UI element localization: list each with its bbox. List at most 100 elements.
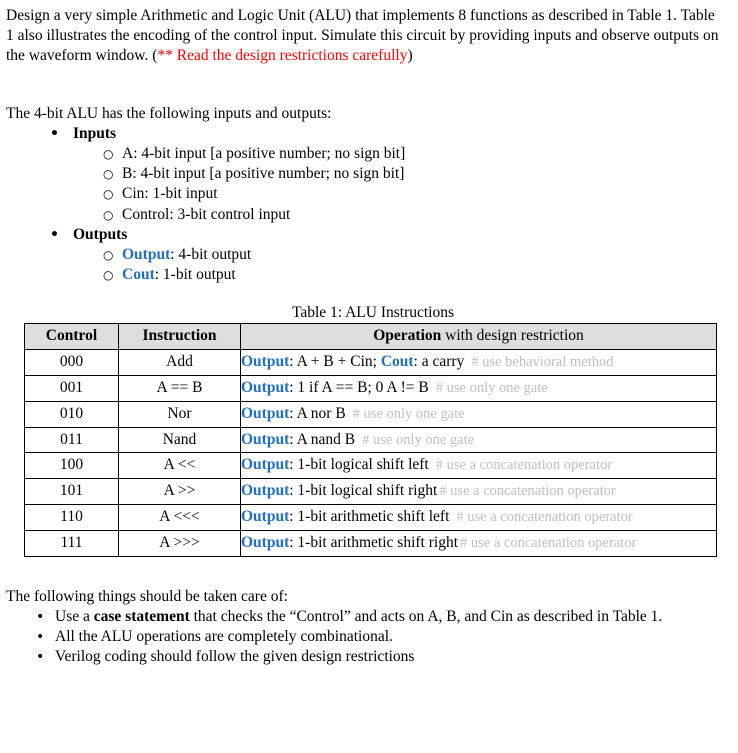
spacer-before-table <box>6 285 730 303</box>
op-text: : 1-bit arithmetic shift left <box>289 508 450 526</box>
io-item-a: ○ A: 4-bit input [a positive number; no … <box>73 144 730 164</box>
cell-instruction: A == B <box>118 375 241 402</box>
bullet-filled-icon: • <box>36 608 45 625</box>
intro-red-note: ** Read the design restrictions carefull… <box>157 47 408 65</box>
cell-operation: Output: 1-bit arithmetic shift left # use… <box>240 504 717 531</box>
cell-control: 001 <box>24 375 119 402</box>
table-header-row: Control Instruction Operation with desig… <box>24 323 717 351</box>
bullet-hollow-icon: ○ <box>103 207 114 222</box>
bullet-hollow-icon: ○ <box>103 268 114 283</box>
io-item-output: ○ Output: 4-bit output <box>73 245 730 265</box>
table-row: 000 Add Output: A + B + Cin; Cout: a car… <box>24 349 717 377</box>
cell-control: 111 <box>24 529 119 557</box>
io-item-cout: ○ Cout: 1-bit output <box>73 265 730 285</box>
op-label-output: Output <box>241 379 290 397</box>
io-item-text: A: 4-bit input [a positive number; no si… <box>122 145 406 163</box>
io-item-text: B: 4-bit input [a positive number; no si… <box>122 165 405 183</box>
op-text: : A nand B <box>289 430 356 448</box>
io-item-name-cout: Cout <box>122 266 155 284</box>
cell-control: 101 <box>24 478 119 506</box>
op-text: : 1-bit logical shift right <box>289 482 438 500</box>
cell-instruction: A << <box>118 452 241 480</box>
table-head: Control Instruction Operation with desig… <box>24 323 717 351</box>
closing-item-verilog: • Verilog coding should follow the given… <box>6 647 730 667</box>
io-item-text: Control: 3-bit control input <box>122 205 291 223</box>
op-text-2: : a carry <box>413 353 465 371</box>
alu-instructions-table: Control Instruction Operation with desig… <box>24 323 717 557</box>
op-comment: # use only one gate <box>362 431 475 448</box>
table-row: 001 A == B Output: 1 if A == B; 0 A != B… <box>24 375 717 402</box>
table-row: 010 Nor Output: A nor B # use only one ga… <box>24 400 717 428</box>
io-group-label-inputs: Inputs <box>73 124 117 142</box>
intro-paragraph: Design a very simple Arithmetic and Logi… <box>6 6 730 67</box>
op-label-output: Output <box>241 404 290 422</box>
cell-instruction: Nor <box>118 400 241 428</box>
cell-operation: Output: A + B + Cin; Cout: a carry # use … <box>240 349 717 377</box>
bullet-hollow-icon: ○ <box>103 167 114 182</box>
cell-control: 100 <box>24 452 119 480</box>
op-label-output: Output <box>241 508 290 526</box>
cell-instruction: A >>> <box>118 529 241 557</box>
col-header-operation: Operation with design restriction <box>240 323 717 351</box>
closing-list: • Use a case statement that checks the “… <box>6 607 730 668</box>
col-header-instruction: Instruction <box>118 323 241 351</box>
cell-operation: Output: A nor B # use only one gate <box>240 400 717 428</box>
bullet-hollow-icon: ○ <box>103 147 114 162</box>
document-page: Design a very simple Arithmetic and Logi… <box>0 0 738 667</box>
op-text: : 1-bit arithmetic shift right <box>289 533 458 551</box>
spacer-after-intro <box>6 67 730 104</box>
closing-item-pre: Use a <box>55 607 94 625</box>
spacer-after-table <box>6 557 730 587</box>
io-item-text: Cin: 1-bit input <box>122 185 218 203</box>
op-comment: # use a concatenation operator <box>460 534 637 551</box>
op-label-cout: Cout <box>380 353 414 371</box>
op-label-output: Output <box>241 533 290 551</box>
io-items-inputs: ○ A: 4-bit input [a positive number; no … <box>73 144 730 225</box>
closing-item-bold: case statement <box>93 607 190 625</box>
op-text: : 1-bit logical shift left <box>289 456 429 474</box>
table-row: 110 A <<< Output: 1-bit arithmetic shift… <box>24 504 717 531</box>
cell-operation: Output: 1-bit logical shift right # use a… <box>240 478 717 506</box>
io-item-b: ○ B: 4-bit input [a positive number; no … <box>73 164 730 184</box>
bullet-filled-icon: • <box>50 226 59 243</box>
table-row: 100 A << Output: 1-bit logical shift lef… <box>24 452 717 480</box>
op-text: : A + B + Cin; <box>289 353 381 371</box>
closing-item-pre: Verilog coding should follow the given d… <box>55 648 415 666</box>
io-group-inputs: • Inputs ○ A: 4-bit input [a positive nu… <box>6 124 730 225</box>
io-item-control: ○ Control: 3-bit control input <box>73 205 730 225</box>
closing-item-post: that checks the “Control” and acts on A,… <box>189 607 663 625</box>
cell-operation: Output: 1 if A == B; 0 A != B # use only … <box>240 375 717 402</box>
io-item-cin: ○ Cin: 1-bit input <box>73 184 730 204</box>
op-label-output: Output <box>241 456 290 474</box>
col-header-operation-rest: with design restriction <box>441 327 584 345</box>
op-text: : 1 if A == B; 0 A != B <box>289 379 429 397</box>
table-caption: Table 1: ALU Instructions <box>291 304 455 322</box>
bullet-filled-icon: • <box>36 649 45 666</box>
cell-operation: Output: 1-bit arithmetic shift right # us… <box>240 529 717 557</box>
cell-instruction: A >> <box>118 478 241 506</box>
op-comment: # use only one gate <box>435 380 548 397</box>
closing-item-combinational: • All the ALU operations are completely … <box>6 627 730 647</box>
op-label-output: Output <box>241 430 290 448</box>
closing-item-pre: All the ALU operations are completely co… <box>55 628 393 646</box>
op-comment: # use a concatenation operator <box>456 509 633 526</box>
bullet-filled-icon: • <box>50 125 59 142</box>
table-row: 011 Nand Output: A nand B # use only one … <box>24 426 717 454</box>
bullet-hollow-icon: ○ <box>103 187 114 202</box>
intro-text-close: ) <box>407 47 413 65</box>
table-body: 000 Add Output: A + B + Cin; Cout: a car… <box>24 349 717 557</box>
cell-instruction: Add <box>118 349 241 377</box>
table-row: 111 A >>> Output: 1-bit arithmetic shift… <box>24 529 717 557</box>
io-section-lead: The 4-bit ALU has the following inputs a… <box>6 104 332 122</box>
op-label-output: Output <box>241 482 290 500</box>
io-group-outputs: • Outputs ○ Output: 4-bit output ○ Cout:… <box>6 225 730 286</box>
cell-operation: Output: 1-bit logical shift left # use a … <box>240 452 717 480</box>
op-comment: # use a concatenation operator <box>439 483 616 500</box>
io-items-outputs: ○ Output: 4-bit output ○ Cout: 1-bit out… <box>73 245 730 285</box>
col-header-operation-bold: Operation <box>373 327 442 345</box>
io-item-text: : 4-bit output <box>170 246 252 264</box>
cell-control: 011 <box>24 426 119 454</box>
op-comment: # use a concatenation operator <box>435 457 613 474</box>
cell-control: 000 <box>24 349 119 377</box>
io-group-list: • Inputs ○ A: 4-bit input [a positive nu… <box>6 124 730 286</box>
